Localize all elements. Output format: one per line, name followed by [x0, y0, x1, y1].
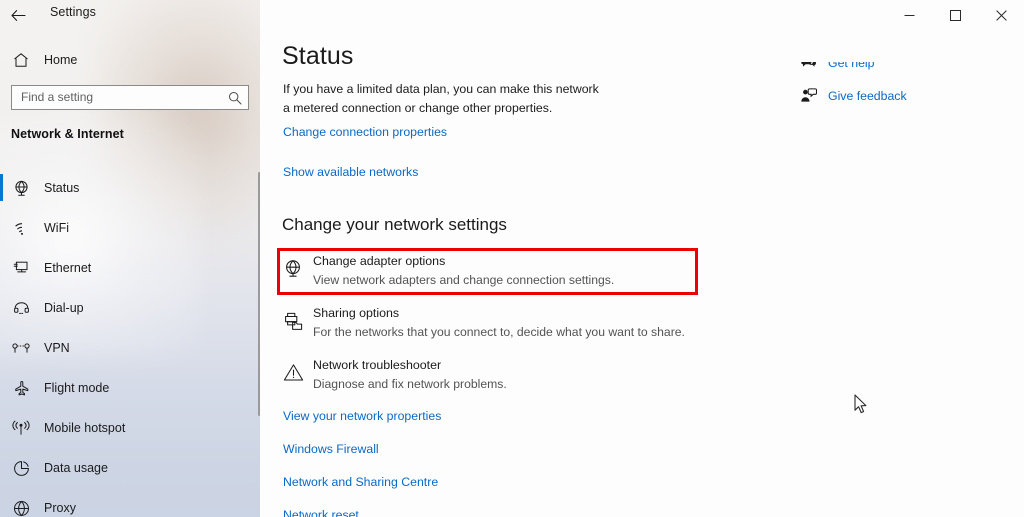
question-help-icon [800, 62, 828, 70]
section-title-network-settings: Change your network settings [282, 215, 507, 234]
airplane-icon [0, 380, 42, 397]
sidebar-item-label: Dial-up [44, 301, 84, 315]
option-description: For the networks that you connect to, de… [313, 325, 685, 339]
maximize-icon [949, 9, 961, 21]
sidebar-item-ethernet[interactable]: Ethernet [0, 248, 250, 288]
option-change-adapter-options[interactable]: Change adapter options View network adap… [260, 248, 1024, 304]
pie-chart-icon [0, 460, 42, 477]
bottom-links: View your network properties Windows Fir… [283, 409, 441, 517]
selection-indicator [0, 174, 3, 201]
ethernet-icon [0, 260, 42, 276]
link-windows-firewall[interactable]: Windows Firewall [283, 442, 441, 456]
minimize-icon [904, 10, 915, 21]
sidebar-item-label: WiFi [44, 221, 69, 235]
search-input[interactable] [12, 86, 222, 109]
feedback-person-icon [800, 88, 828, 103]
wifi-icon [0, 221, 42, 236]
sidebar-item-label: Mobile hotspot [44, 421, 126, 435]
dialup-phone-icon [0, 301, 42, 316]
option-network-troubleshooter[interactable]: Network troubleshooter Diagnose and fix … [260, 356, 1024, 408]
link-get-help[interactable]: Get help [828, 62, 875, 70]
main-content: Status If you have a limited data plan, … [260, 0, 1024, 517]
link-network-sharing-centre[interactable]: Network and Sharing Centre [283, 475, 441, 489]
sidebar-item-wifi[interactable]: WiFi [0, 208, 250, 248]
option-description: Diagnose and fix network problems. [313, 377, 507, 391]
option-text: Network troubleshooter Diagnose and fix … [313, 356, 507, 393]
sidebar: Home Network & Internet [0, 0, 260, 517]
search-icon[interactable] [222, 86, 248, 109]
sidebar-scrollbar[interactable] [258, 172, 260, 416]
help-links-column: Get help Give feedback [800, 62, 1020, 114]
option-sharing-options[interactable]: Sharing options For the networks that yo… [260, 304, 1024, 356]
maximize-button[interactable] [932, 0, 978, 30]
link-give-feedback[interactable]: Give feedback [828, 89, 907, 103]
settings-window: Settings Home Find a setting Network & I… [0, 0, 1024, 517]
sidebar-item-label: VPN [44, 341, 70, 355]
link-view-network-properties[interactable]: View your network properties [283, 409, 441, 423]
page-title: Status [282, 42, 354, 70]
help-link-get-help-row[interactable]: Get help [800, 62, 1020, 73]
option-description: View network adapters and change connect… [313, 273, 615, 287]
back-arrow-icon [10, 9, 26, 22]
home-label: Home [44, 53, 78, 67]
sharing-printer-icon [273, 304, 313, 331]
globe-status-icon [0, 180, 42, 197]
close-icon [995, 9, 1007, 21]
sidebar-item-label: Status [44, 181, 80, 195]
option-text: Change adapter options View network adap… [313, 252, 614, 289]
network-settings-options: Change adapter options View network adap… [260, 248, 1024, 408]
home-icon [0, 52, 42, 68]
sidebar-section-title: Network & Internet [11, 127, 124, 141]
sidebar-nav-list: Status WiFi Ethernet Dial-up VPN Flight … [0, 168, 250, 517]
network-adapter-icon [273, 252, 313, 279]
link-network-reset[interactable]: Network reset [283, 508, 441, 517]
link-change-connection-properties[interactable]: Change connection properties [283, 125, 447, 139]
intro-text: If you have a limited data plan, you can… [283, 82, 599, 115]
window-title: Settings [50, 5, 96, 19]
sidebar-item-label: Flight mode [44, 381, 110, 395]
title-bar: Settings [0, 0, 1024, 32]
window-controls [886, 0, 1024, 30]
option-title: Network troubleshooter [313, 358, 442, 372]
back-button[interactable] [2, 0, 34, 30]
option-title: Change adapter options [313, 254, 446, 268]
vpn-icon [0, 342, 42, 354]
minimize-button[interactable] [886, 0, 932, 30]
sidebar-item-home[interactable]: Home [0, 46, 250, 74]
hotspot-icon [0, 420, 42, 436]
sidebar-item-label: Proxy [44, 501, 76, 515]
sidebar-item-vpn[interactable]: VPN [0, 328, 250, 368]
sidebar-item-flight-mode[interactable]: Flight mode [0, 368, 250, 408]
warning-triangle-icon [273, 356, 313, 382]
close-button[interactable] [978, 0, 1024, 30]
search-box[interactable] [11, 85, 249, 110]
sidebar-item-label: Data usage [44, 461, 108, 475]
sidebar-item-status[interactable]: Status [0, 168, 250, 208]
sidebar-item-label: Ethernet [44, 261, 92, 275]
link-show-available-networks[interactable]: Show available networks [283, 165, 418, 179]
option-title: Sharing options [313, 306, 400, 320]
sidebar-item-data-usage[interactable]: Data usage [0, 448, 250, 488]
sidebar-item-mobile-hotspot[interactable]: Mobile hotspot [0, 408, 250, 448]
globe-icon [0, 500, 42, 517]
option-text: Sharing options For the networks that yo… [313, 304, 685, 341]
help-link-give-feedback-row[interactable]: Give feedback [800, 85, 1020, 106]
sidebar-item-proxy[interactable]: Proxy [0, 488, 250, 517]
sidebar-item-dial-up[interactable]: Dial-up [0, 288, 250, 328]
